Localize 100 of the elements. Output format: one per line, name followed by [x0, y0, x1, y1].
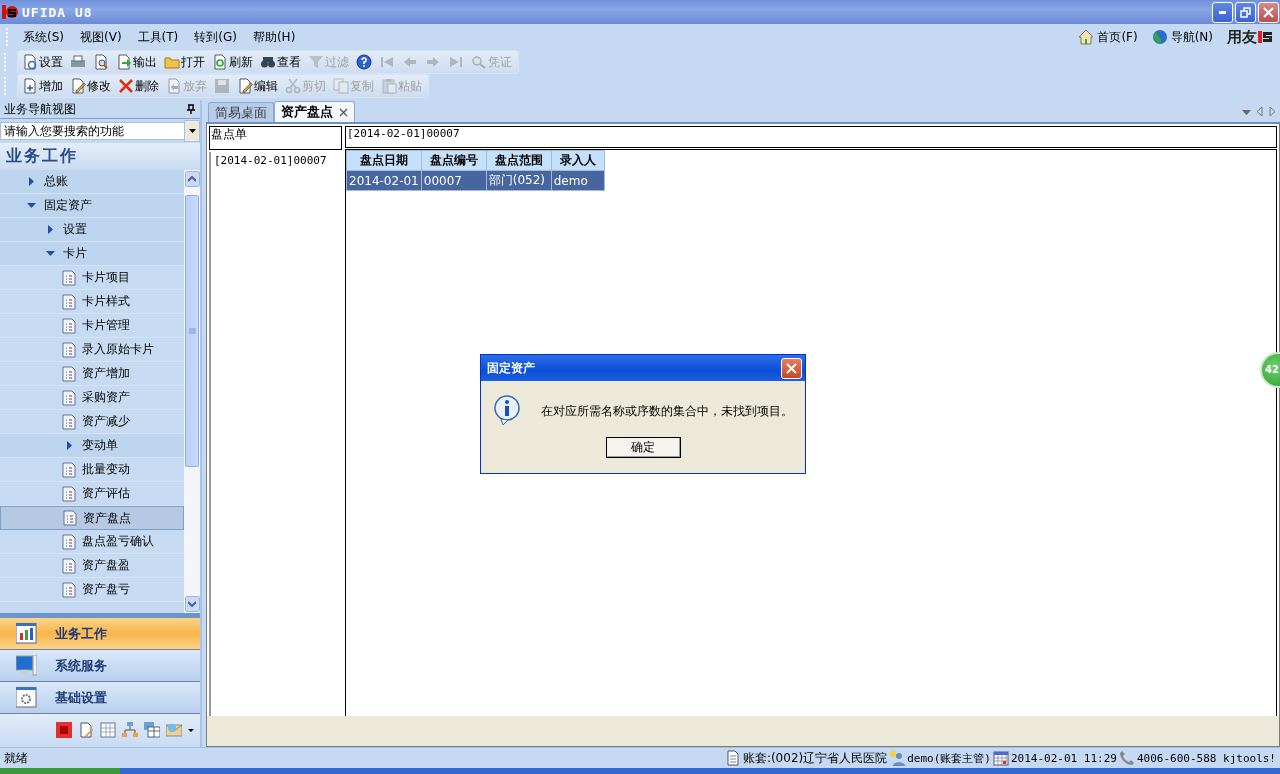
- dropdown-button[interactable]: [184, 120, 200, 142]
- toolbar-button[interactable]: 设置: [20, 52, 65, 72]
- folder-icon: [164, 54, 180, 70]
- document-icon: [62, 533, 76, 550]
- list-header: 盘点单: [209, 126, 342, 150]
- table-icon[interactable]: [144, 722, 160, 738]
- tree-item[interactable]: 设置: [0, 218, 184, 242]
- edit-document-icon[interactable]: [78, 722, 94, 738]
- close-icon: [1263, 6, 1274, 18]
- menu-item[interactable]: 工具(T): [133, 28, 191, 46]
- column-header[interactable]: 盘点编号: [421, 150, 487, 171]
- app-logo-icon: [2, 4, 18, 20]
- toolbar-button[interactable]: 打开: [162, 52, 207, 72]
- toolbar-button[interactable]: 增加: [20, 76, 65, 96]
- document-icon: [62, 269, 76, 286]
- close-button[interactable]: [1258, 1, 1279, 23]
- info-icon: [493, 395, 523, 427]
- save-icon: [214, 78, 230, 94]
- toolbar-button[interactable]: 修改: [68, 76, 113, 96]
- toolbar-button[interactable]: 删除: [116, 76, 161, 96]
- tab[interactable]: 简易桌面: [208, 102, 274, 122]
- document-icon: [62, 581, 76, 598]
- dropdown-icon: [1242, 109, 1251, 115]
- left-arrow-icon: [402, 54, 418, 70]
- monitor-icon: [16, 655, 37, 676]
- tree-item[interactable]: 固定资产: [0, 194, 184, 218]
- phone-icon: [1118, 750, 1135, 766]
- envelope-icon[interactable]: [166, 722, 182, 738]
- scrollbar[interactable]: [184, 170, 200, 613]
- hierarchy-icon[interactable]: [122, 722, 138, 738]
- menu-item[interactable]: 视图(V): [76, 28, 134, 46]
- caret-icon: [188, 728, 194, 732]
- splitter-handle[interactable]: [0, 613, 200, 618]
- nav-link[interactable]: 导航(N): [1151, 28, 1213, 46]
- restore-icon: [1240, 6, 1251, 18]
- document-icon: [62, 341, 76, 358]
- document-icon: [62, 293, 76, 310]
- chart-icon: [16, 623, 37, 644]
- tree-item[interactable]: 资产盘点: [0, 506, 184, 530]
- toolbar-button[interactable]: 输出: [114, 52, 159, 72]
- toolbar-button[interactable]: [354, 52, 374, 72]
- edit-icon: [70, 78, 86, 94]
- close-icon[interactable]: [339, 107, 348, 117]
- menu-item[interactable]: 转到(G): [190, 28, 249, 46]
- last-icon: [448, 54, 464, 70]
- scroll-right-icon: [1269, 107, 1276, 117]
- minimize-icon: [1219, 10, 1226, 14]
- restore-button[interactable]: [1235, 1, 1256, 23]
- dialog-message: 在对应所需名称或序数的集合中，未找到项目。: [541, 402, 793, 420]
- document-icon: [62, 365, 76, 382]
- undo-icon: [166, 78, 182, 94]
- collapsed-arrow-icon: [47, 225, 53, 234]
- user-info: demo(账套主管): [907, 750, 991, 766]
- nav-button[interactable]: 业务工作: [0, 618, 200, 650]
- window-title: UFIDA U8: [22, 4, 93, 20]
- edit-icon: [237, 78, 253, 94]
- tab[interactable]: 资产盘点: [274, 101, 355, 122]
- paste-icon: [381, 78, 397, 94]
- document-icon: [62, 485, 76, 502]
- document-icon: [62, 413, 76, 430]
- right-arrow-icon: [425, 54, 441, 70]
- minimize-button[interactable]: [1212, 1, 1233, 23]
- search-field[interactable]: 请输入您要搜索的功能: [0, 122, 184, 140]
- panel-title: 业务导航视图: [4, 100, 76, 118]
- close-button[interactable]: [781, 357, 802, 379]
- list-item[interactable]: [2014-02-01]00007: [214, 154, 339, 167]
- add-document-icon: [22, 78, 38, 94]
- section-title: 业务工作: [0, 143, 200, 170]
- document-icon: [62, 389, 76, 406]
- brand-logo-icon: [1258, 29, 1274, 45]
- collapsed-arrow-icon: [66, 441, 72, 450]
- column-header[interactable]: 录入人: [551, 150, 605, 171]
- badge-count: 42: [1265, 364, 1279, 376]
- nav-button[interactable]: 系统服务: [0, 650, 200, 682]
- expanded-arrow-icon: [45, 251, 55, 256]
- ok-button[interactable]: 确定: [605, 437, 681, 458]
- grid-icon[interactable]: [100, 722, 116, 738]
- pin-icon: [186, 103, 196, 115]
- expanded-arrow-icon: [26, 203, 36, 208]
- menu-item[interactable]: 系统(S): [19, 28, 76, 46]
- column-header[interactable]: 盘点范围: [486, 150, 552, 171]
- tree-item[interactable]: 卡片: [0, 242, 184, 266]
- help-icon: [356, 54, 372, 70]
- binoculars-icon: [260, 54, 276, 70]
- tree-item[interactable]: 总账: [0, 170, 184, 194]
- calendar-icon: [992, 750, 1009, 766]
- nav-button[interactable]: 基础设置: [0, 682, 200, 714]
- tree-item[interactable]: 变动单: [0, 434, 184, 458]
- nav-link[interactable]: 首页(F): [1078, 28, 1138, 46]
- house-icon: [1078, 29, 1095, 45]
- toolbar-button[interactable]: 刷新: [210, 52, 255, 72]
- toolbar-button[interactable]: 编辑: [235, 76, 280, 96]
- column-header[interactable]: 盘点日期: [346, 150, 422, 171]
- refresh-icon: [212, 54, 228, 70]
- menu-item[interactable]: 帮助(H): [248, 28, 308, 46]
- collapsed-arrow-icon: [28, 177, 34, 186]
- toolbar-button[interactable]: 查看: [258, 52, 303, 72]
- search-icon: [471, 54, 487, 70]
- first-icon: [379, 54, 395, 70]
- document-title: [2014-02-01]00007: [345, 126, 1277, 148]
